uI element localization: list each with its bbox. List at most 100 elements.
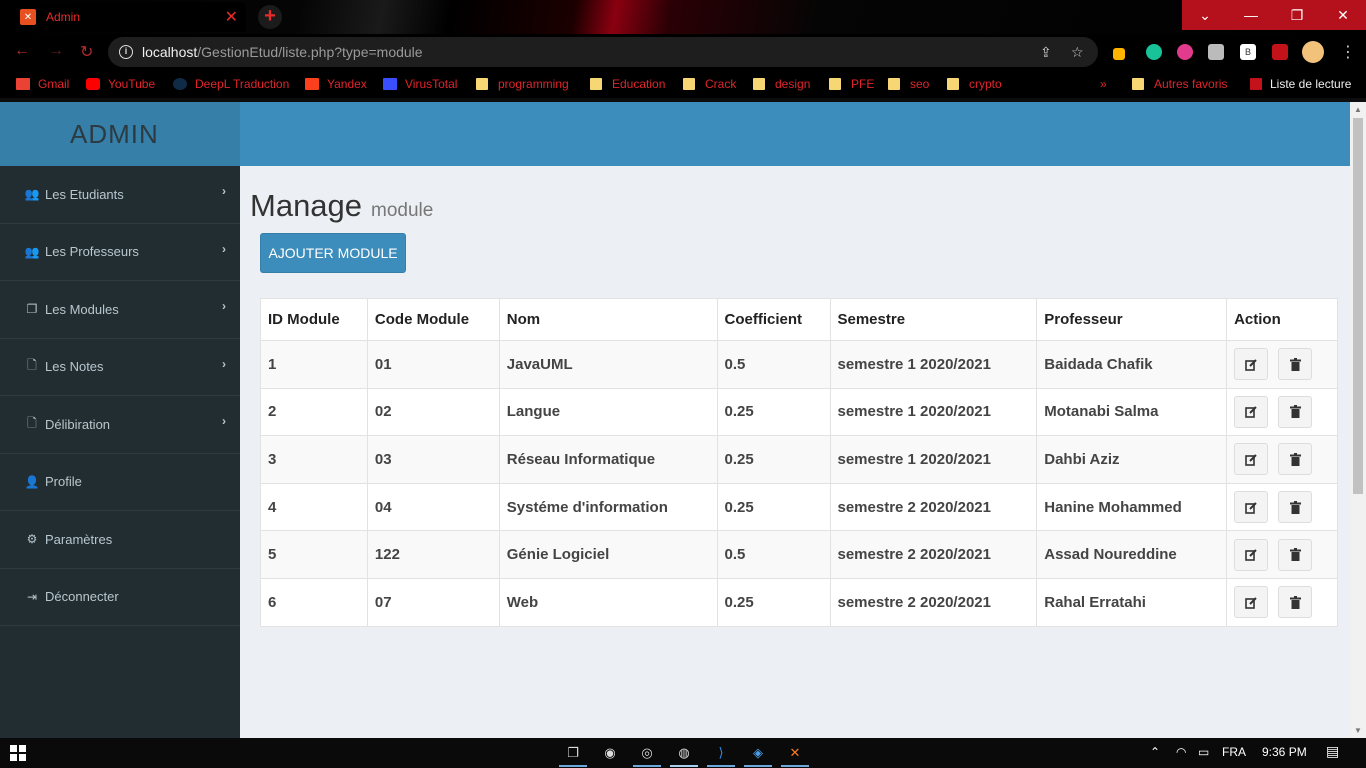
- bookmark-folder-seo[interactable]: seo: [888, 77, 929, 91]
- folder-icon: [476, 78, 488, 90]
- edit-button[interactable]: [1234, 538, 1269, 571]
- edit-icon: [1244, 359, 1257, 371]
- tab-search-button[interactable]: ⌄: [1182, 0, 1228, 30]
- edit-button[interactable]: [1234, 443, 1269, 476]
- xampp-favicon-icon: ✕: [20, 9, 36, 25]
- browser-tab[interactable]: ✕ Admin ✕: [8, 2, 246, 32]
- sidebar-item-deconnecter[interactable]: ⇥ Déconnecter: [0, 569, 240, 626]
- cell-nom: Web: [498, 577, 718, 627]
- windows-start-icon[interactable]: [9, 744, 27, 762]
- bookmark-folder-crypto[interactable]: crypto: [947, 77, 1002, 91]
- reading-list-button[interactable]: Liste de lecture: [1250, 77, 1351, 91]
- delete-button[interactable]: [1278, 443, 1313, 476]
- extension-pen-icon[interactable]: [1113, 48, 1125, 60]
- reload-icon[interactable]: ↻: [80, 42, 93, 62]
- edit-button[interactable]: [1234, 586, 1269, 619]
- workbench-icon[interactable]: ◈: [749, 744, 767, 762]
- sidebar-item-delibiration[interactable]: 🗋 Délibiration ›: [0, 396, 240, 454]
- sidebar-item-professeurs[interactable]: 👥 Les Professeurs ›: [0, 224, 240, 281]
- bookmark-star-icon[interactable]: ☆: [1071, 44, 1084, 61]
- cell-coefficient: 0.25: [716, 387, 831, 437]
- column-header-nom[interactable]: Nom: [498, 298, 718, 341]
- new-tab-button[interactable]: +: [258, 5, 282, 29]
- close-tab-icon[interactable]: ✕: [225, 7, 238, 27]
- edit-button[interactable]: [1234, 348, 1269, 381]
- bookmark-folder-education[interactable]: Education: [590, 77, 665, 91]
- bookmark-virustotal[interactable]: VirusTotal: [383, 77, 457, 91]
- bookmark-deepl[interactable]: DeepL Traduction: [173, 77, 289, 91]
- delete-button[interactable]: [1278, 348, 1313, 381]
- column-header-semestre[interactable]: Semestre: [829, 298, 1038, 341]
- extension-puzzle-icon[interactable]: [1272, 44, 1288, 60]
- logo[interactable]: ADMIN: [0, 102, 240, 166]
- edit-button[interactable]: [1234, 491, 1269, 524]
- url-text[interactable]: localhost/GestionEtud/liste.php?type=mod…: [142, 44, 423, 60]
- sidebar-item-notes[interactable]: 🗋 Les Notes ›: [0, 339, 240, 396]
- column-header-code[interactable]: Code Module: [366, 298, 500, 341]
- discord-icon[interactable]: ◉: [601, 744, 619, 762]
- delete-button[interactable]: [1278, 491, 1313, 524]
- task-view-icon[interactable]: ❐: [564, 744, 582, 762]
- column-header-professeur[interactable]: Professeur: [1036, 298, 1228, 341]
- vscode-icon[interactable]: ⟩: [712, 744, 730, 762]
- more-bookmarks-button[interactable]: »: [1100, 77, 1107, 91]
- trash-icon: [1289, 500, 1301, 514]
- wifi-icon[interactable]: ◠: [1176, 745, 1186, 759]
- bookmark-folder-pfe[interactable]: PFE: [829, 77, 874, 91]
- cell-coefficient: 0.25: [716, 435, 831, 484]
- add-module-button[interactable]: AJOUTER MODULE: [260, 233, 406, 273]
- bookmark-youtube[interactable]: YouTube: [86, 77, 155, 91]
- scroll-down-arrow-icon[interactable]: ▼: [1354, 726, 1362, 735]
- bookmark-folder-crack[interactable]: Crack: [683, 77, 736, 91]
- xampp-icon[interactable]: ✕: [786, 744, 804, 762]
- extension-camera-icon[interactable]: [1208, 44, 1224, 60]
- bookmark-yandex[interactable]: Yandex: [305, 77, 367, 91]
- address-bar[interactable]: i localhost/GestionEtud/liste.php?type=m…: [108, 37, 1098, 67]
- close-window-button[interactable]: ✕: [1320, 0, 1366, 30]
- scrollbar-thumb[interactable]: [1353, 118, 1363, 494]
- clock[interactable]: 9:36 PM: [1262, 745, 1307, 759]
- extension-leaf-icon[interactable]: [1146, 44, 1162, 60]
- forward-arrow-icon[interactable]: →: [48, 42, 64, 60]
- battery-icon[interactable]: ▭: [1198, 745, 1209, 759]
- bookmark-gmail[interactable]: Gmail: [16, 77, 69, 91]
- delete-button[interactable]: [1278, 538, 1313, 571]
- page-scrollbar[interactable]: ▲ ▼: [1350, 102, 1366, 738]
- folder-icon: [947, 78, 959, 90]
- delete-button[interactable]: [1278, 395, 1313, 428]
- profile-avatar[interactable]: [1302, 41, 1324, 63]
- tray-chevron-up-icon[interactable]: ⌃: [1150, 745, 1160, 759]
- spotify-icon[interactable]: ◎: [638, 744, 656, 762]
- other-bookmarks-folder[interactable]: Autres favoris: [1132, 77, 1227, 91]
- language-indicator[interactable]: FRA: [1222, 745, 1246, 759]
- column-header-coefficient[interactable]: Coefficient: [716, 298, 831, 341]
- delete-button[interactable]: [1278, 586, 1313, 619]
- reading-list-label: Liste de lecture: [1270, 77, 1352, 91]
- bookmark-folder-design[interactable]: design: [753, 77, 810, 91]
- edit-icon: [1244, 454, 1257, 466]
- sidebar-item-modules[interactable]: ❐ Les Modules ›: [0, 281, 240, 339]
- chrome-icon[interactable]: ◍: [675, 744, 693, 762]
- sidebar-item-profile[interactable]: 👤 Profile: [0, 454, 240, 511]
- share-icon[interactable]: ⇪: [1040, 44, 1052, 61]
- cell-semestre: semestre 2 2020/2021: [829, 482, 1038, 532]
- table-header-row: ID Module Code Module Nom Coefficient Se…: [260, 298, 1338, 341]
- edit-button[interactable]: [1234, 395, 1269, 428]
- page-header: Manage module: [250, 188, 433, 224]
- notifications-icon[interactable]: ▤: [1326, 743, 1339, 760]
- bookmark-folder-programming[interactable]: programming: [476, 77, 569, 91]
- scroll-up-arrow-icon[interactable]: ▲: [1354, 105, 1362, 114]
- sidebar-item-etudiants[interactable]: 👥 Les Etudiants ›: [0, 166, 240, 224]
- minimize-button[interactable]: —: [1228, 0, 1274, 30]
- menu-kebab-icon[interactable]: ⋮: [1340, 42, 1356, 62]
- column-header-id[interactable]: ID Module: [260, 298, 368, 341]
- site-info-icon[interactable]: i: [119, 45, 133, 59]
- back-arrow-icon[interactable]: ←: [14, 42, 30, 60]
- extension-b-icon[interactable]: B: [1240, 44, 1256, 60]
- sidebar-item-label: Les Modules: [45, 301, 119, 317]
- cell-semestre: semestre 1 2020/2021: [829, 340, 1038, 389]
- restore-button[interactable]: ❐: [1274, 0, 1320, 30]
- main-content: Manage module AJOUTER MODULE ID Module C…: [240, 166, 1350, 738]
- sidebar-item-parametres[interactable]: ⚙ Paramètres: [0, 511, 240, 569]
- extension-heart-icon[interactable]: [1177, 44, 1193, 60]
